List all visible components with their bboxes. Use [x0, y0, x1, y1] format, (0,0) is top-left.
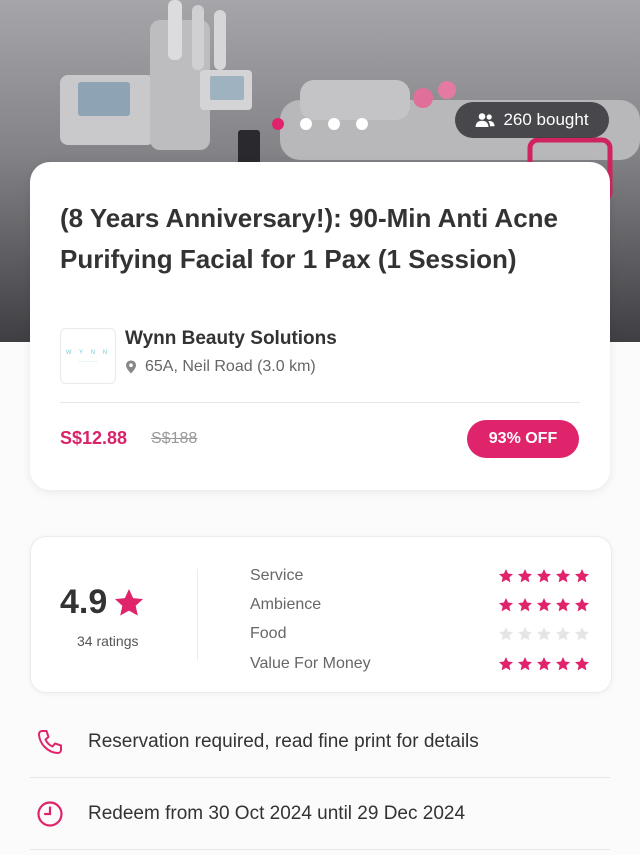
- star-empty-icon: [556, 627, 570, 641]
- people-icon: [475, 113, 496, 127]
- star-empty-icon: [575, 627, 589, 641]
- carousel-dot-active[interactable]: [272, 118, 284, 130]
- address-text: 65A, Neil Road (3.0 km): [145, 358, 316, 375]
- reservation-text: Reservation required, read fine print fo…: [88, 731, 479, 752]
- carousel-dot[interactable]: [328, 118, 340, 130]
- reservation-info-row[interactable]: Reservation required, read fine print fo…: [30, 710, 610, 774]
- ratings-card[interactable]: 4.9 34 ratings Service Ambience Food Value …: [30, 536, 612, 693]
- clock-icon: [37, 801, 63, 827]
- star-empty-icon: [518, 627, 532, 641]
- star-filled-icon: [537, 568, 551, 582]
- divider: [197, 569, 198, 661]
- merchant-logo[interactable]: W Y N N — — — —: [60, 328, 116, 384]
- divider: [60, 402, 580, 403]
- carousel-indicator[interactable]: [272, 118, 368, 130]
- original-price: S$188: [151, 430, 198, 447]
- rating-category-row: Service: [250, 561, 590, 590]
- rating-category-row: Value For Money: [250, 649, 590, 678]
- star-empty-icon: [499, 627, 513, 641]
- bought-count-label: 260 bought: [503, 110, 589, 129]
- rating-stars: [498, 568, 590, 584]
- redeem-period-row[interactable]: Redeem from 30 Oct 2024 until 29 Dec 202…: [30, 782, 610, 846]
- star-empty-icon: [537, 627, 551, 641]
- rating-score: 4.9: [60, 583, 145, 622]
- rating-stars: [498, 626, 590, 642]
- rating-count: 34 ratings: [77, 633, 139, 649]
- star-filled-icon: [499, 656, 513, 670]
- rating-category-row: Ambience: [250, 590, 590, 619]
- rating-category-label: Food: [250, 625, 287, 643]
- discount-badge: 93% OFF: [467, 420, 579, 458]
- rating-categories: Service Ambience Food Value For Money: [250, 561, 590, 678]
- deal-title: (8 Years Anniversary!): 90-Min Anti Acne…: [60, 203, 559, 274]
- phone-icon: [38, 730, 62, 754]
- star-filled-icon: [556, 568, 570, 582]
- star-filled-icon: [518, 568, 532, 582]
- carousel-dot[interactable]: [356, 118, 368, 130]
- divider: [30, 849, 610, 850]
- star-filled-icon: [575, 597, 589, 612]
- rating-stars: [498, 597, 590, 613]
- star-filled-icon: [556, 597, 570, 612]
- star-filled-icon: [518, 656, 532, 670]
- star-filled-icon: [575, 656, 589, 670]
- rating-category-label: Service: [250, 566, 304, 584]
- star-filled-icon: [518, 597, 532, 612]
- star-filled-icon: [575, 568, 589, 582]
- deal-price: S$12.88: [60, 428, 128, 448]
- deal-summary-card: (8 Years Anniversary!): 90-Min Anti Acne…: [30, 162, 610, 490]
- star-filled-icon: [537, 656, 551, 670]
- star-icon: [115, 588, 144, 616]
- star-filled-icon: [556, 656, 570, 670]
- rating-stars: [498, 656, 590, 672]
- star-filled-icon: [537, 597, 551, 612]
- carousel-dot[interactable]: [300, 118, 312, 130]
- bought-count-badge: 260 bought: [455, 102, 609, 138]
- divider: [30, 777, 610, 778]
- rating-value: 4.9: [60, 583, 108, 621]
- rating-category-label: Ambience: [250, 595, 322, 613]
- star-filled-icon: [499, 597, 513, 612]
- redeem-period-text: Redeem from 30 Oct 2024 until 29 Dec 202…: [88, 803, 466, 824]
- merchant-address[interactable]: 65A, Neil Road (3.0 km): [125, 358, 316, 376]
- rating-category-label: Value For Money: [250, 654, 371, 672]
- star-filled-icon: [499, 568, 513, 582]
- rating-category-row: Food: [250, 620, 590, 649]
- merchant-name[interactable]: Wynn Beauty Solutions: [125, 328, 337, 350]
- location-pin-icon: [126, 360, 136, 374]
